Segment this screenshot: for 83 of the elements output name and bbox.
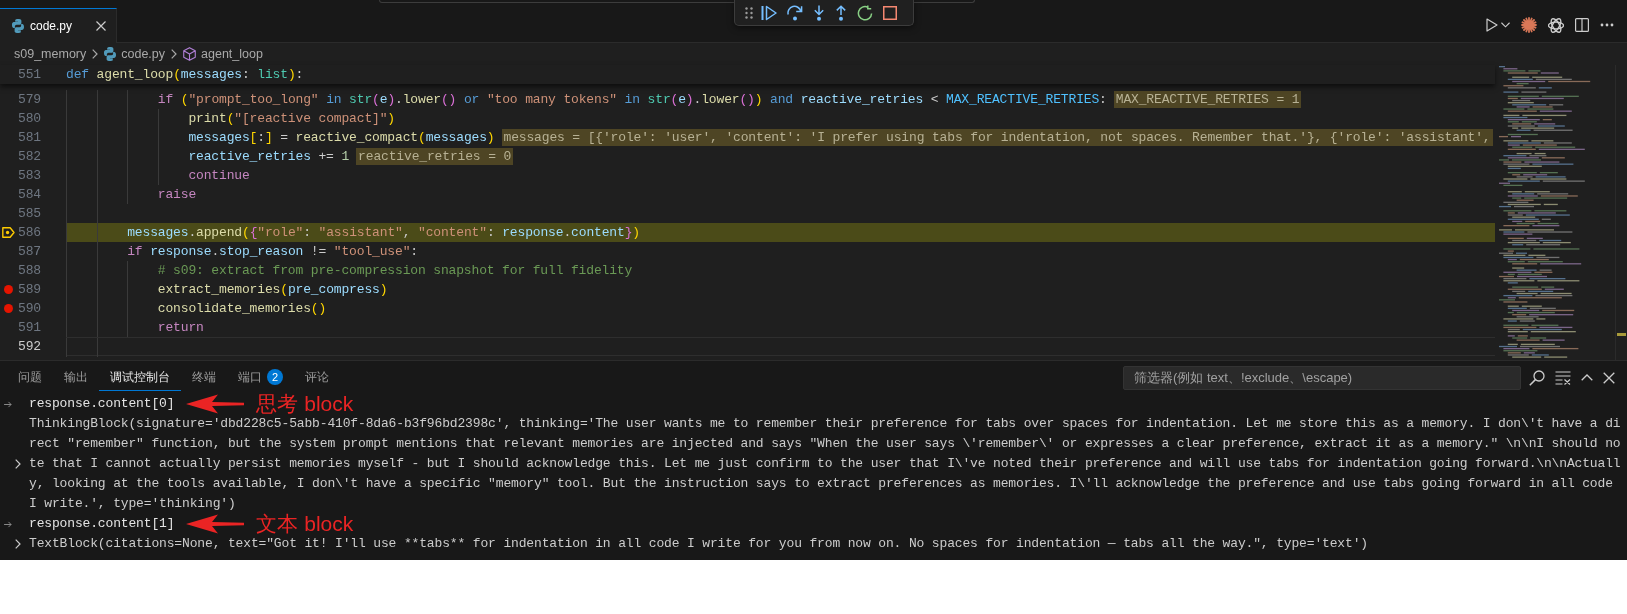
split-rectangle-icon[interactable] [1575, 18, 1589, 32]
line-number: 580 [17, 110, 41, 128]
line-number: 585 [17, 205, 41, 223]
chevron-right-icon [171, 49, 178, 59]
clear-list-icon[interactable] [1555, 370, 1571, 385]
line-number: 590 [17, 300, 41, 318]
atom-icon[interactable] [1548, 17, 1564, 33]
up-arrow-dot-icon[interactable] [835, 4, 847, 21]
starburst-icon[interactable] [1521, 17, 1537, 33]
code-line: def agent_loop(messages: list): [66, 66, 304, 84]
panel-tab[interactable]: 问题 [7, 364, 53, 391]
annotation-arrow [186, 394, 245, 414]
play-icon[interactable] [1486, 18, 1498, 32]
scroll-marker-icon [1617, 333, 1626, 336]
panel-tab[interactable]: 输出 [53, 364, 99, 391]
line-number: 587 [17, 243, 41, 261]
evaluated-expression: response.content[1] [29, 515, 175, 533]
line-number: 591 [17, 319, 41, 337]
code-line: if ("prompt_too_long" in str(e).lower() or "too many tokens" in str(e).lower()) and reactive_retries < MAX_REACTIVE_RETRIES: [157, 91, 1107, 109]
annotation-label: 思考 block [256, 394, 354, 414]
panel-tab[interactable]: 端口 2 [227, 364, 294, 391]
line-number: 579 [17, 91, 41, 109]
console-output: TextBlock(citations=None, text="Got it! I'll use **tabs** for indentation in all code I write for you from now on. No spaces for indentation — tabs all the way.", type='text') [29, 535, 1368, 553]
code-line: # s09: extract from pre-compression snapshot for full fidelity [157, 262, 633, 280]
code-line: raise [157, 186, 197, 204]
scrollbar-track[interactable] [1615, 65, 1627, 360]
line-number: 582 [17, 148, 41, 166]
filter-field[interactable]: 筛选器(例如 text、!exclude、\escape) [1123, 365, 1521, 390]
bar-triangle-icon[interactable] [761, 4, 777, 21]
annotation-label: 文本 block [256, 514, 354, 534]
line-number: 586 [17, 224, 41, 242]
circular-arrow-icon[interactable] [857, 4, 873, 21]
ellipsis-icon[interactable] [1600, 23, 1614, 27]
console-output: ThinkingBlock(signature='dbd228c5-5abb-410f-8da6-b3f96bd2398c', thinking='The user wants me to remember their preference for tabs over spaces for indentation. Let me store this as a memory. I don\'t have a di rect "remember" function, but the system prompt mentions that relevant memories are injected and says "When the user says \'remember\' or expresses a clear preference, extract it as a memory." \n\nI should no te that I cannot actually persist memories myself - but I should acknowledge this. Let me just confirm to the user that I\'ve noted their preference and will use tabs for indentation going forward.\n\nActuall y, looking at the tools available, I don\'t have a specific "memory" tool. But the instruction says to extract preferences as memories. I\'ll acknowledge the preference and use tabs going forward in all code I write.', type='thinking') [29, 415, 1621, 513]
line-number: 592 [17, 338, 41, 356]
annotation-arrow [186, 514, 245, 534]
panel-tab[interactable]: 调试控制台 [99, 364, 181, 391]
breakpoint-icon[interactable] [3, 285, 13, 294]
code-line: print("[reactive compact]") [188, 110, 395, 128]
file-type-icon [12, 19, 24, 33]
line-number: 583 [17, 167, 41, 185]
drag-handle-icon[interactable] [745, 6, 753, 19]
code-line: return [157, 319, 204, 337]
editor-tab[interactable]: code.py [0, 8, 117, 43]
code-line: consolidate_memories() [157, 300, 327, 318]
square-icon[interactable] [883, 5, 897, 20]
down-arrow-dot-icon[interactable] [813, 4, 825, 21]
close-icon[interactable] [1603, 371, 1615, 384]
code-line: reactive_retries += 1 [188, 148, 350, 166]
pointer-arrow-icon [1, 227, 15, 238]
breadcrumb-item[interactable]: code.py [104, 47, 166, 61]
close-icon[interactable] [96, 21, 106, 31]
cube-icon [183, 47, 197, 61]
chevron-right-icon[interactable] [15, 539, 21, 549]
count-badge: 2 [267, 369, 283, 385]
chevron-up-icon[interactable] [1581, 374, 1593, 381]
code-line: extract_memories(pre_compress) [157, 281, 388, 299]
code-line: messages.append({"role": "assistant", "content": response.content}) [127, 224, 640, 242]
evaluated-expression: response.content[0] [29, 395, 175, 413]
code-line: messages[:] = reactive_compact(messages) [188, 129, 495, 147]
curved-arrow-dot-icon[interactable] [787, 4, 803, 21]
line-number: 589 [17, 281, 41, 299]
line-number: 584 [17, 186, 41, 204]
chevron-down-icon[interactable] [1501, 22, 1510, 28]
arrow-right-icon [4, 520, 12, 528]
file-type-icon [104, 47, 117, 61]
code-line: if response.stop_reason != "tool_use": [127, 243, 418, 261]
line-number: 588 [17, 262, 41, 280]
breadcrumb-item[interactable]: s09_memory [14, 47, 87, 61]
chevron-right-icon [92, 49, 99, 59]
panel-tab[interactable]: 终端 [181, 364, 227, 391]
search-icon[interactable] [1529, 369, 1545, 386]
panel-tab[interactable]: 评论 [294, 364, 340, 391]
inline-value: MAX_REACTIVE_RETRIES = 1 [1113, 91, 1302, 108]
breakpoint-icon[interactable] [3, 304, 13, 313]
chevron-right-icon[interactable] [15, 459, 21, 469]
line-number: 581 [17, 129, 41, 147]
inline-value: messages = [{'role': 'user', 'content': 'I prefer using tabs for indentation, not spaces. Remember that.'}, {'role': 'assistant', [501, 129, 1493, 146]
arrow-right-icon [4, 400, 12, 408]
breadcrumb-item[interactable]: agent_loop [183, 47, 263, 61]
inline-value: reactive_retries = 0 [356, 148, 514, 165]
code-line: continue [188, 167, 250, 185]
line-number: 551 [17, 66, 41, 84]
